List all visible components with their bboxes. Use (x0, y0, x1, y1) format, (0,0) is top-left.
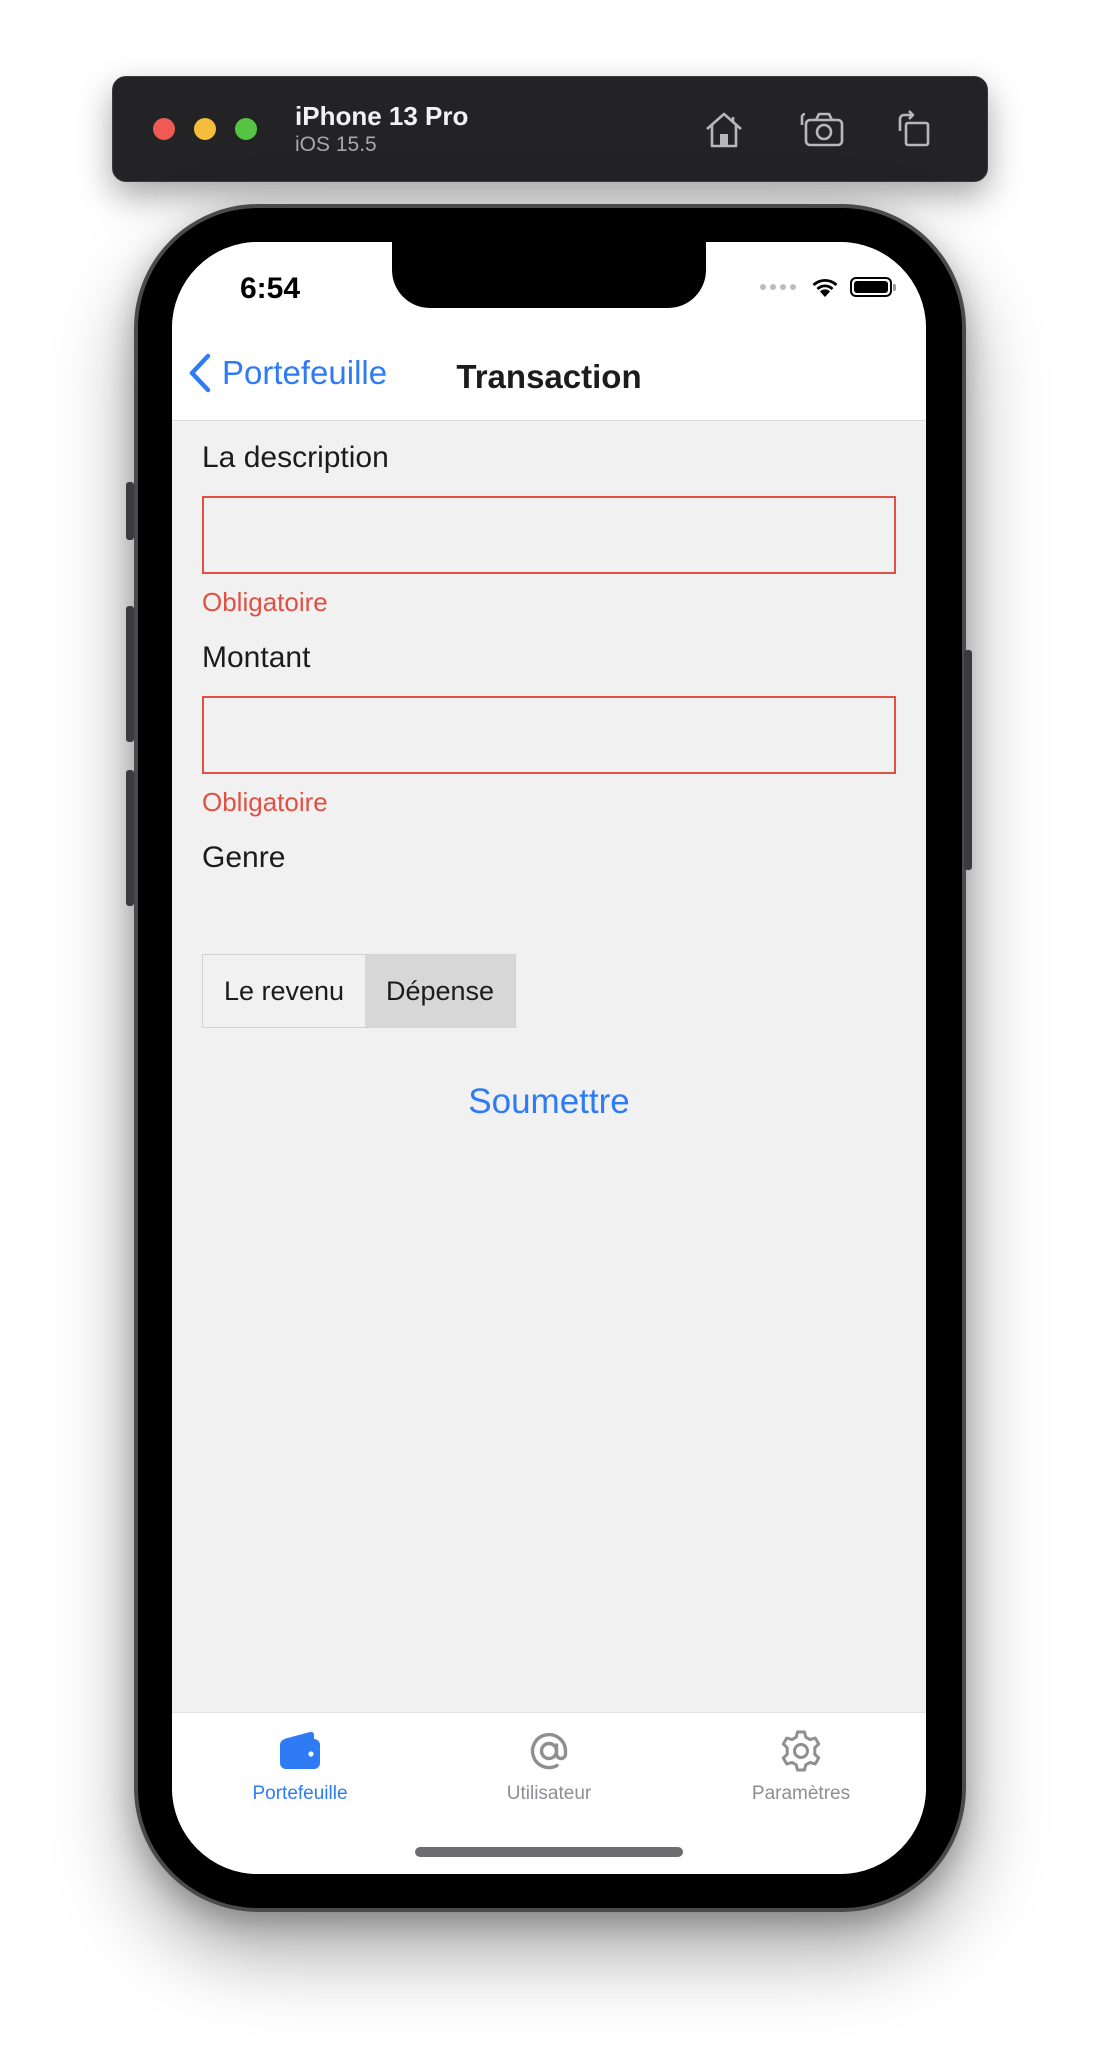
phone-screen: 6:54 Portefeuille Transaction La descrip… (172, 242, 926, 1874)
description-input[interactable] (202, 496, 896, 574)
device-name: iPhone 13 Pro (295, 101, 469, 131)
zoom-window-button[interactable] (235, 118, 257, 140)
tab-utilisateur[interactable]: Utilisateur (459, 1725, 639, 1805)
wifi-icon (812, 278, 838, 297)
at-icon (459, 1725, 639, 1777)
home-icon[interactable] (699, 105, 749, 155)
power-button (964, 650, 972, 870)
segment-option-revenue[interactable]: Le revenu (203, 955, 365, 1027)
tab-parametres[interactable]: Paramètres (711, 1725, 891, 1805)
os-version: iOS 15.5 (295, 133, 377, 156)
battery-icon (850, 277, 896, 297)
page-title: Transaction (456, 358, 642, 395)
close-window-button[interactable] (153, 118, 175, 140)
segment-option-expense[interactable]: Dépense (365, 955, 515, 1027)
rotate-icon[interactable] (889, 105, 939, 155)
navigation-bar: Portefeuille Transaction (172, 334, 926, 421)
simulator-toolbar: iPhone 13 Pro iOS 15.5 (112, 76, 988, 182)
description-error: Obligatoire (202, 587, 328, 617)
tab-label: Paramètres (751, 1783, 851, 1804)
tab-label: Portefeuille (252, 1783, 348, 1804)
screenshot-icon[interactable] (799, 105, 849, 155)
volume-up-button (126, 606, 134, 742)
mute-switch (126, 482, 134, 540)
amount-error: Obligatoire (202, 787, 328, 817)
gear-icon (711, 1725, 891, 1777)
wallet-icon (210, 1725, 390, 1777)
type-segmented-control: Le revenu Dépense (202, 954, 516, 1028)
submit-button[interactable]: Soumettre (172, 1082, 926, 1122)
simulator-stage: iPhone 13 Pro iOS 15.5 6:54 Portefeuille… (0, 0, 1098, 2064)
tab-portefeuille[interactable]: Portefeuille (210, 1725, 390, 1805)
status-time: 6:54 (240, 272, 301, 305)
amount-input[interactable] (202, 696, 896, 774)
cellular-signal-icon (760, 284, 796, 290)
volume-down-button (126, 770, 134, 906)
status-icons (760, 276, 896, 298)
home-indicator (415, 1847, 683, 1857)
amount-label: Montant (202, 641, 311, 674)
minimize-window-button[interactable] (194, 118, 216, 140)
tab-label: Utilisateur (506, 1783, 592, 1804)
notch (392, 242, 706, 308)
description-label: La description (202, 441, 389, 474)
tab-bar: Portefeuille Utilisateur Paramètres (172, 1712, 926, 1874)
type-label: Genre (202, 841, 286, 874)
